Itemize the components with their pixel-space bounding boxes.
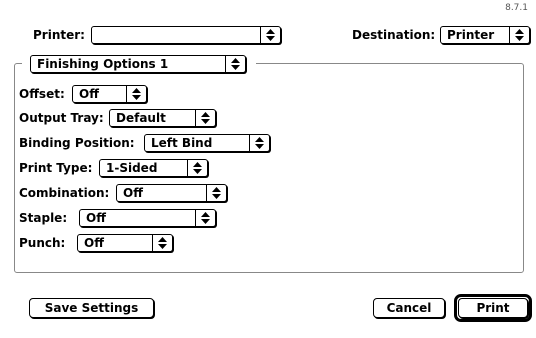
print-button[interactable]: Print: [458, 298, 528, 318]
staple-value: Off: [86, 211, 106, 225]
combination-value: Off: [123, 186, 143, 200]
staple-label: Staple:: [19, 211, 68, 225]
up-down-arrows-icon: [250, 135, 268, 151]
up-down-arrows-icon: [510, 27, 528, 43]
binding-position-label: Binding Position:: [19, 136, 135, 150]
save-settings-button[interactable]: Save Settings: [29, 298, 154, 318]
offset-popup[interactable]: Off: [72, 85, 147, 103]
up-down-arrows-icon: [196, 110, 214, 126]
offset-value: Off: [79, 87, 99, 101]
panel-selector-value: Finishing Options 1: [37, 57, 169, 71]
punch-value: Off: [84, 236, 104, 250]
print-type-label: Print Type:: [19, 161, 93, 175]
up-down-arrows-icon: [127, 86, 145, 102]
output-tray-label: Output Tray:: [19, 111, 104, 125]
print-type-popup[interactable]: 1-Sided: [99, 159, 208, 177]
up-down-arrows-icon: [261, 27, 279, 43]
output-tray-popup[interactable]: Default: [109, 109, 216, 127]
binding-position-value: Left Bind: [151, 136, 213, 150]
up-down-arrows-icon: [196, 210, 214, 226]
output-tray-value: Default: [116, 111, 166, 125]
printer-popup[interactable]: [91, 26, 281, 44]
up-down-arrows-icon: [153, 235, 171, 251]
up-down-arrows-icon: [207, 185, 225, 201]
punch-popup[interactable]: Off: [77, 234, 173, 252]
panel-selector-popup[interactable]: Finishing Options 1: [30, 55, 246, 73]
staple-popup[interactable]: Off: [79, 209, 216, 227]
combination-label: Combination:: [19, 186, 110, 200]
version-label: 8.7.1: [505, 3, 528, 13]
up-down-arrows-icon: [188, 160, 206, 176]
up-down-arrows-icon: [226, 56, 244, 72]
cancel-button[interactable]: Cancel: [373, 298, 445, 318]
offset-label: Offset:: [19, 87, 65, 101]
destination-popup[interactable]: Printer: [440, 26, 530, 44]
printer-label: Printer:: [33, 28, 85, 42]
destination-label: Destination:: [352, 28, 436, 42]
print-type-value: 1-Sided: [106, 161, 158, 175]
punch-label: Punch:: [19, 236, 66, 250]
destination-value: Printer: [447, 28, 495, 42]
combination-popup[interactable]: Off: [116, 184, 227, 202]
binding-position-popup[interactable]: Left Bind: [144, 134, 270, 152]
